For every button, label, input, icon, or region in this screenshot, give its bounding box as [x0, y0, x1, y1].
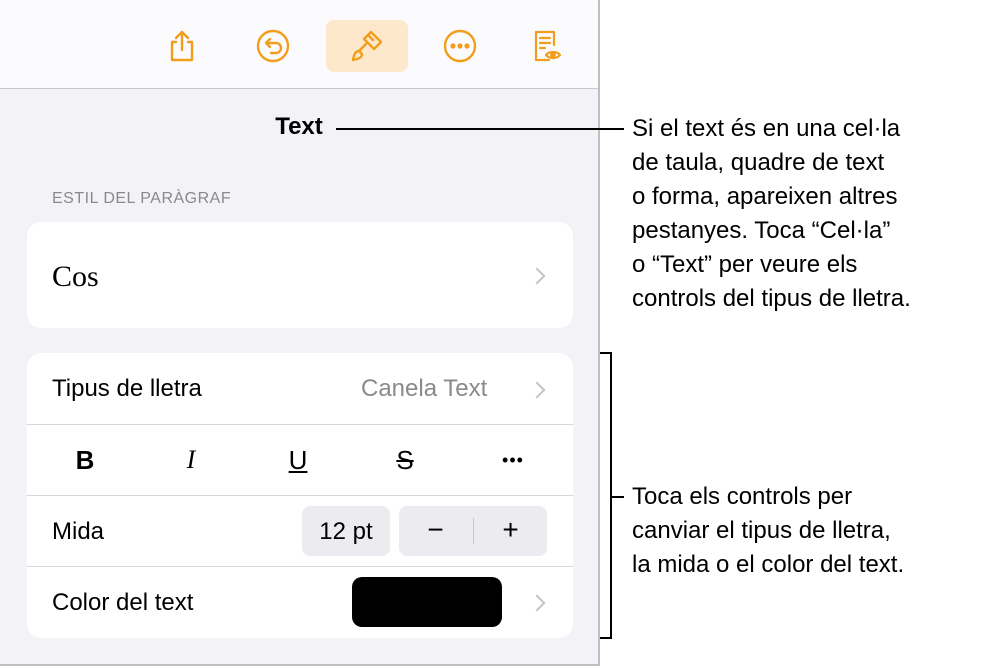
callout-bottom-line: canviar el tipus de lletra, [632, 517, 891, 544]
callout-line-bottom [610, 496, 624, 498]
more-format-button[interactable]: ••• [463, 425, 563, 495]
more-button[interactable] [432, 20, 488, 72]
text-color-label: Color del text [52, 589, 194, 616]
callout-top-line: pestanyes. Toca “Cel·la” [632, 217, 891, 244]
size-label: Mida [52, 518, 105, 545]
font-row[interactable]: Tipus de lletra Canela Text [27, 353, 573, 424]
font-card: Tipus de lletra Canela Text B I U S ••• … [27, 353, 573, 638]
callout-bracket-bottom [600, 637, 612, 639]
more-icon [443, 29, 477, 63]
font-label: Tipus de lletra [52, 375, 202, 402]
callout-top-line: controls del tipus de lletra. [632, 285, 911, 312]
format-button[interactable] [326, 20, 408, 72]
size-stepper: − + [399, 506, 547, 556]
underline-button[interactable]: U [248, 425, 348, 495]
strikethrough-button[interactable]: S [355, 425, 455, 495]
callout-top-line: o forma, apareixen altres [632, 183, 898, 210]
size-value: 12 pt [319, 518, 373, 545]
paragraph-style-value: Cos [52, 260, 99, 293]
callout-top: Si el text és en una cel·la de taula, qu… [632, 112, 911, 316]
undo-button[interactable] [245, 20, 301, 72]
format-panel: Text ESTIL DEL PARÀGRAF Cos Tipus de lle… [0, 0, 600, 666]
toolbar [0, 0, 598, 89]
bold-button[interactable]: B [35, 425, 135, 495]
section-header: ESTIL DEL PARÀGRAF [52, 190, 232, 207]
undo-icon [256, 29, 290, 63]
callout-top-line: Si el text és en una cel·la [632, 115, 901, 142]
share-icon [170, 30, 194, 62]
paintbrush-icon [351, 30, 383, 62]
chevron-right-icon [528, 381, 546, 399]
size-value-field[interactable]: 12 pt [302, 506, 390, 556]
size-row: Mida 12 pt − + [27, 496, 573, 566]
callout-bottom-line: la mida o el color del text. [632, 551, 905, 578]
format-buttons-row: B I U S ••• [27, 425, 573, 495]
chevron-right-icon [528, 267, 546, 285]
callout-bottom: Toca els controls per canviar el tipus d… [632, 480, 904, 582]
increase-size-button[interactable]: + [474, 514, 547, 546]
italic-button[interactable]: I [141, 425, 241, 495]
reading-view-button[interactable] [519, 20, 575, 72]
share-button[interactable] [154, 20, 210, 72]
paragraph-style-row[interactable]: Cos [27, 222, 573, 328]
decrease-size-button[interactable]: − [399, 514, 472, 546]
callout-bottom-line: Toca els controls per [632, 483, 853, 510]
callout-top-line: o “Text” per veure els [632, 251, 858, 278]
callout-top-line: de taula, quadre de text [632, 149, 885, 176]
chevron-right-icon [528, 594, 546, 612]
font-value: Canela Text [361, 375, 488, 402]
callout-line-top [336, 128, 624, 130]
panel-title: Text [275, 113, 323, 140]
text-color-swatch[interactable] [352, 577, 502, 627]
text-color-row[interactable]: Color del text [27, 567, 573, 638]
reading-view-icon [534, 30, 562, 62]
